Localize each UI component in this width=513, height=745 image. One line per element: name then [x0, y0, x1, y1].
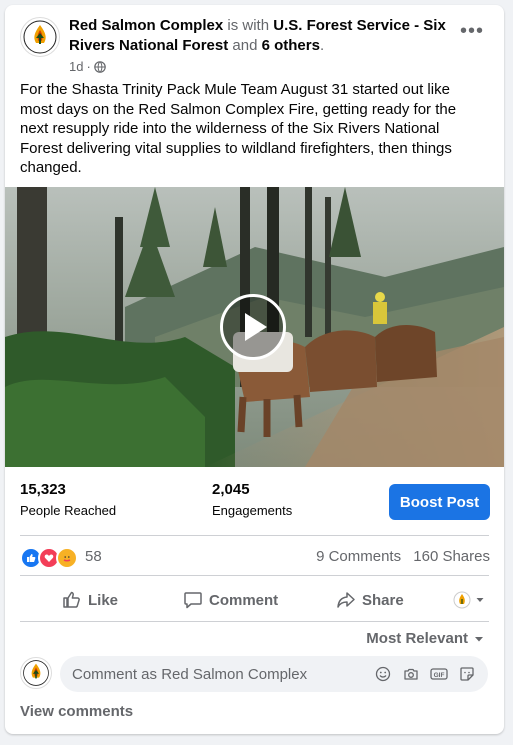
- share-button[interactable]: Share: [336, 584, 404, 616]
- comment-input[interactable]: Comment as Red Salmon Complex GIF: [60, 656, 488, 692]
- post-body: For the Shasta Trinity Pack Mule Team Au…: [20, 81, 457, 176]
- meta-dot: ·: [86, 59, 91, 74]
- comments-count[interactable]: 9 Comments: [316, 548, 401, 565]
- people-reached-value: 15,323: [20, 481, 66, 498]
- care-reaction-icon: [56, 547, 78, 569]
- reaction-count[interactable]: 58: [85, 548, 102, 565]
- comment-bubble-icon: [184, 592, 202, 609]
- camera-icon[interactable]: [402, 665, 420, 683]
- post-time[interactable]: 1d: [69, 59, 83, 74]
- chevron-down-icon: [476, 598, 484, 602]
- comment-label: Comment: [209, 591, 279, 609]
- gif-icon[interactable]: GIF: [430, 665, 448, 683]
- people-reached-label: People Reached: [20, 503, 117, 518]
- more-options-icon[interactable]: •••: [454, 21, 490, 46]
- thumbs-up-icon: [63, 591, 80, 608]
- share-label: Share: [362, 591, 404, 609]
- insights-bar: 15,323 People Reached 2,045 Engagements …: [20, 481, 490, 521]
- chevron-down-icon: [475, 636, 483, 641]
- sticker-icon[interactable]: [458, 665, 476, 683]
- comment-button[interactable]: Comment: [183, 584, 278, 616]
- comment-composer: Comment as Red Salmon Complex GIF: [20, 656, 490, 692]
- sort-label: Most Relevant: [366, 630, 468, 647]
- fire-logo-icon: [23, 660, 49, 686]
- is-with-text: is with: [227, 17, 270, 34]
- action-bar: Like Comment Share: [20, 584, 490, 616]
- people-reached-stat[interactable]: 15,323 People Reached: [20, 481, 116, 520]
- comment-placeholder: Comment as Red Salmon Complex: [72, 665, 308, 683]
- and-text: and: [232, 37, 258, 54]
- svg-text:GIF: GIF: [434, 672, 445, 679]
- shares-count[interactable]: 160 Shares: [413, 548, 490, 565]
- engagements-label: Engagements: [212, 503, 293, 518]
- fire-logo-icon: [23, 20, 57, 54]
- divider: [20, 621, 489, 622]
- like-label: Like: [88, 591, 119, 609]
- engagements-stat[interactable]: 2,045 Engagements: [212, 481, 292, 520]
- period-text: .: [319, 37, 325, 54]
- others-link[interactable]: 6 others: [262, 37, 320, 54]
- boost-post-button[interactable]: Boost Post: [389, 484, 490, 520]
- post-meta: 1d ·: [69, 59, 106, 74]
- play-button[interactable]: [220, 294, 286, 360]
- post-title: Red Salmon Complex is with U.S. Forest S…: [69, 16, 449, 56]
- play-icon: [245, 313, 267, 341]
- globe-icon[interactable]: [94, 60, 106, 73]
- view-comments-link[interactable]: View comments: [20, 703, 133, 720]
- post-as-selector[interactable]: [453, 584, 485, 616]
- comment-share-counts: 9 Comments 160 Shares: [308, 548, 490, 565]
- engagements-value: 2,045: [212, 481, 250, 498]
- reactions-bar: 58 9 Comments 160 Shares: [20, 546, 490, 569]
- commenter-avatar[interactable]: [20, 657, 52, 689]
- post-header: Red Salmon Complex is with U.S. Forest S…: [20, 16, 490, 76]
- like-button[interactable]: Like: [62, 584, 118, 616]
- page-identity-icon: [453, 591, 471, 609]
- share-arrow-icon: [337, 592, 355, 608]
- comment-sort-dropdown[interactable]: Most Relevant: [366, 630, 484, 647]
- video-player[interactable]: [5, 187, 504, 467]
- page-name-link[interactable]: Red Salmon Complex: [69, 17, 223, 34]
- post-card: Red Salmon Complex is with U.S. Forest S…: [5, 5, 504, 734]
- divider: [20, 575, 489, 576]
- page-avatar[interactable]: [20, 17, 60, 57]
- composer-icons: GIF: [374, 665, 476, 683]
- emoji-icon[interactable]: [374, 665, 392, 683]
- divider: [20, 535, 489, 536]
- reaction-icons[interactable]: [20, 547, 78, 569]
